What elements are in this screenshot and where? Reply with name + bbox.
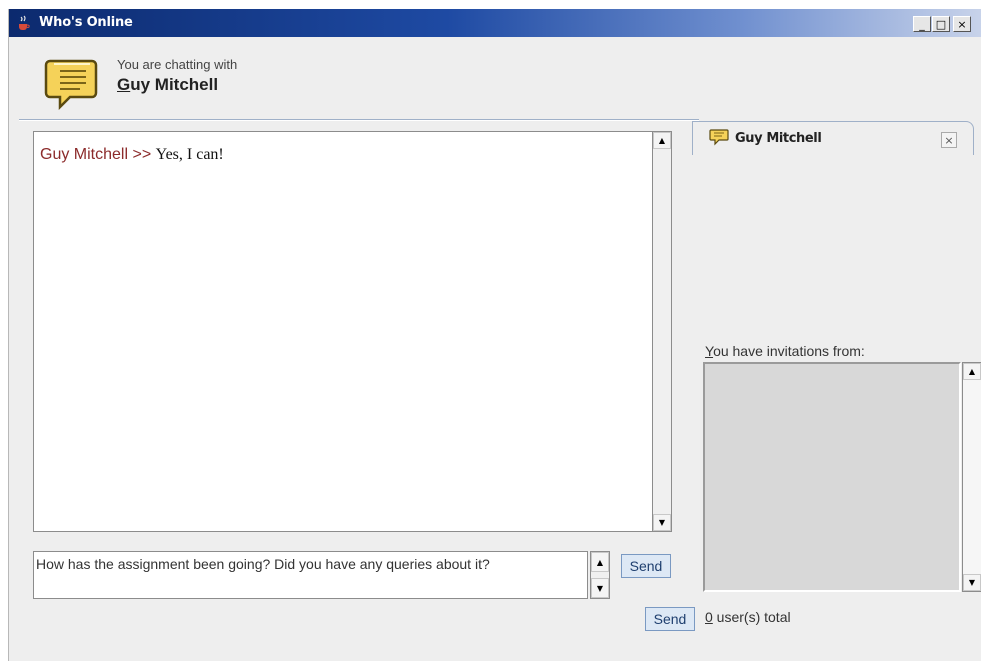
invitations-mnemonic: Y bbox=[705, 343, 714, 359]
scroll-up-icon[interactable]: ▲ bbox=[963, 363, 981, 380]
minimize-button[interactable]: _ bbox=[913, 16, 931, 32]
message-text: Yes, I can! bbox=[155, 146, 224, 163]
scroll-down-icon[interactable]: ▼ bbox=[963, 574, 981, 591]
tab-close-button[interactable]: × bbox=[941, 132, 957, 148]
minimize-icon: _ bbox=[919, 17, 925, 31]
header-divider bbox=[19, 119, 699, 121]
invitations-label-rest: ou have invitations from: bbox=[713, 343, 865, 359]
close-icon: × bbox=[944, 133, 954, 147]
chat-partner-name: Guy Mitchell bbox=[117, 75, 218, 95]
invitations-list[interactable] bbox=[703, 362, 961, 592]
invitations-label: You have invitations from: bbox=[705, 343, 865, 359]
tab-guy-mitchell[interactable]: Guy Mitchell × bbox=[692, 121, 974, 155]
message-sender: Guy Mitchell bbox=[40, 146, 129, 163]
scroll-down-icon[interactable]: ▼ bbox=[591, 578, 609, 598]
tab-label: Guy Mitchell bbox=[735, 131, 822, 146]
scroll-up-icon[interactable]: ▲ bbox=[653, 132, 671, 149]
chat-scrollbar[interactable]: ▲ ▼ bbox=[652, 131, 672, 532]
send-invite-button[interactable]: Send bbox=[645, 607, 695, 631]
close-button[interactable]: × bbox=[953, 16, 971, 32]
send-message-button[interactable]: Send bbox=[621, 554, 671, 578]
maximize-button[interactable]: □ bbox=[932, 16, 950, 32]
user-count-label: 0 user(s) total bbox=[705, 609, 791, 625]
message-separator: >> bbox=[128, 146, 156, 163]
user-count-number: 0 bbox=[705, 609, 713, 625]
input-scrollbar[interactable]: ▲ ▼ bbox=[590, 551, 610, 599]
scroll-down-icon[interactable]: ▼ bbox=[653, 514, 671, 531]
chat-window: Who's Online _ □ × You are chatting with… bbox=[8, 9, 981, 661]
chat-bubble-icon bbox=[709, 129, 729, 146]
chat-header: You are chatting with Guy Mitchell bbox=[44, 51, 444, 121]
maximize-icon: □ bbox=[935, 17, 947, 31]
invitations-scrollbar[interactable]: ▲ ▼ bbox=[962, 362, 981, 592]
chat-bubble-icon bbox=[44, 59, 98, 111]
chat-name-rest: uy Mitchell bbox=[130, 75, 219, 94]
chat-message: Guy Mitchell >> Yes, I can! bbox=[40, 146, 224, 164]
chat-name-mnemonic: G bbox=[117, 75, 131, 94]
chat-transcript[interactable]: Guy Mitchell >> Yes, I can! bbox=[33, 131, 653, 532]
window-title: Who's Online bbox=[39, 15, 133, 30]
scroll-up-icon[interactable]: ▲ bbox=[591, 552, 609, 572]
java-cup-icon bbox=[19, 15, 30, 30]
chatting-with-label: You are chatting with bbox=[117, 57, 238, 72]
message-input[interactable] bbox=[33, 551, 588, 599]
user-count-rest: user(s) total bbox=[712, 609, 791, 625]
close-icon: × bbox=[957, 17, 967, 31]
title-bar[interactable]: Who's Online _ □ × bbox=[9, 9, 981, 37]
